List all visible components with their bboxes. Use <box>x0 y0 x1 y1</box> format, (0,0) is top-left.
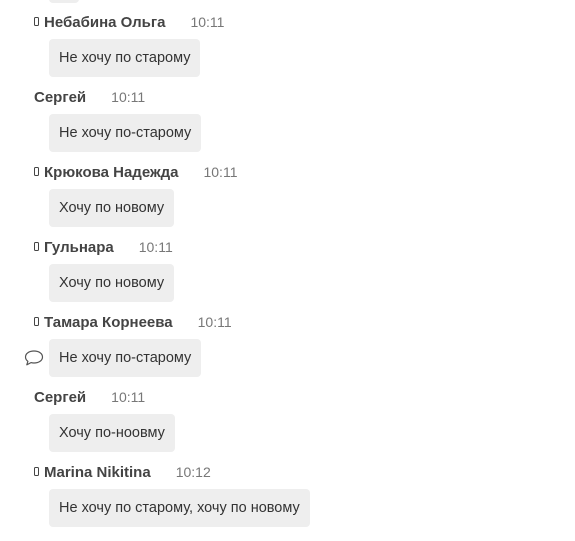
message-time: 10:11 <box>203 164 238 180</box>
message-author: Гульнара <box>44 238 114 256</box>
message-bubble[interactable]: Не хочу по старому, хочу по новому <box>49 489 310 527</box>
chat-message-list: Небабина Ольга 10:11 Не хочу по старому … <box>0 0 575 533</box>
message-author: Небабина Ольга <box>44 13 166 31</box>
message-author: Крюкова Надежда <box>44 163 179 181</box>
message-bubble[interactable]: Хочу по новому <box>49 189 175 227</box>
phone-icon <box>34 466 39 476</box>
message-header: Сергей 10:11 <box>34 87 145 107</box>
phone-icon <box>34 166 39 176</box>
message-header: Сергей 10:11 <box>34 387 145 407</box>
phone-icon <box>34 316 39 326</box>
message-author: Marina Nikitina <box>44 463 151 481</box>
message-header: Тамара Корнеева 10:11 <box>34 312 232 332</box>
message-header: Гульнара 10:11 <box>34 237 173 257</box>
chat-message: Тамара Корнеева 10:11 Не хочу по-старому <box>0 308 575 383</box>
message-bubble[interactable]: Хочу по-ноовму <box>49 414 175 452</box>
message-bubble[interactable]: Не хочу по-старому <box>49 114 202 152</box>
message-time: 10:12 <box>175 464 211 480</box>
message-bubble[interactable]: Не хочу по старому <box>49 39 201 77</box>
message-author: Тамара Корнеева <box>44 313 173 331</box>
chat-message: Marina Nikitina 10:12 Не хочу по старому… <box>0 458 575 533</box>
message-author: Сергей <box>34 388 87 406</box>
message-time: 10:11 <box>190 14 225 30</box>
message-time: 10:11 <box>111 389 146 405</box>
message-header: Крюкова Надежда 10:11 <box>34 162 237 182</box>
message-header: Marina Nikitina 10:12 <box>34 462 211 482</box>
chat-message: Сергей 10:11 Хочу по-ноовму <box>0 383 575 458</box>
message-bubble[interactable]: Хочу по новому <box>49 264 175 302</box>
message-header: Небабина Ольга 10:11 <box>34 12 224 32</box>
message-bubble[interactable]: Не хочу по-старому <box>49 339 202 377</box>
message-author: Сергей <box>34 88 87 106</box>
chat-message: Гульнара 10:11 Хочу по новому <box>0 233 575 308</box>
chat-message: Сергей 10:11 Не хочу по-старому <box>0 83 575 158</box>
phone-icon <box>34 16 39 26</box>
message-time: 10:11 <box>111 89 146 105</box>
chat-message: Небабина Ольга 10:11 Не хочу по старому <box>0 8 575 83</box>
message-time: 10:11 <box>138 239 173 255</box>
chat-message: Крюкова Надежда 10:11 Хочу по новому <box>0 158 575 233</box>
comment-icon[interactable] <box>24 349 44 367</box>
message-time: 10:11 <box>197 314 232 330</box>
phone-icon <box>34 241 39 251</box>
